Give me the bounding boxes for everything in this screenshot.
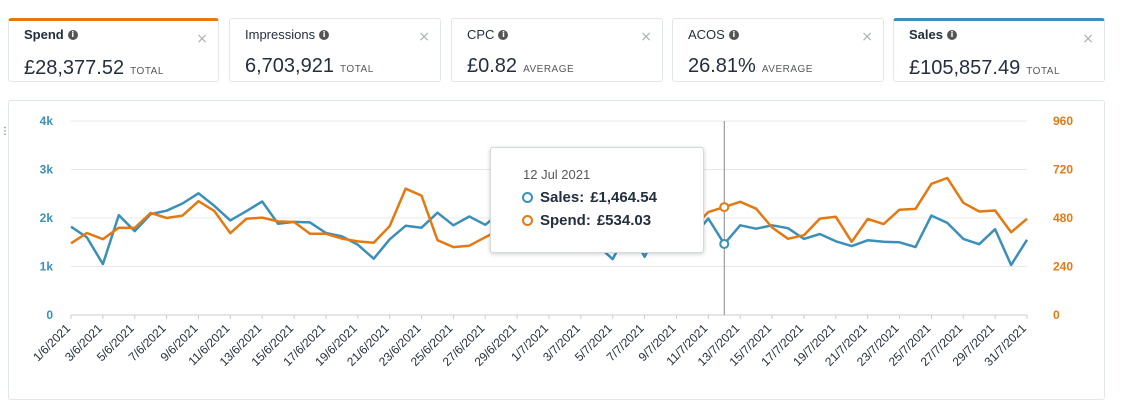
metric-card-label-row: ACOS i — [688, 27, 739, 42]
metric-label: ACOS — [688, 27, 725, 42]
highlight-point-sales — [719, 238, 730, 249]
chart-tooltip: 12 Jul 2021 Sales: £1,464.54 Spend: £534… — [490, 147, 704, 253]
close-icon[interactable]: × — [861, 29, 873, 45]
sales-marker-icon — [522, 192, 533, 203]
metric-card-label-row: Spend i — [24, 27, 78, 42]
tooltip-value: £1,464.54 — [590, 189, 657, 206]
highlight-point-spend — [719, 202, 730, 213]
metric-value-row: £105,857.49 TOTAL — [909, 57, 1060, 80]
tooltip-label: Spend: — [540, 212, 591, 229]
metric-suffix: TOTAL — [130, 66, 164, 77]
metric-value-row: 6,703,921 TOTAL — [245, 55, 374, 78]
y-left-tick-label: 1k — [40, 260, 54, 274]
metric-card-label-row: Impressions i — [245, 27, 330, 42]
metric-label: Impressions — [245, 27, 316, 42]
info-icon[interactable]: i — [946, 29, 957, 40]
close-icon[interactable]: × — [196, 31, 208, 47]
tooltip-value: £534.03 — [596, 212, 652, 229]
panel-edge-handle: ⋮ — [0, 126, 10, 137]
metric-card-sales[interactable]: Sales i × £105,857.49 TOTAL — [893, 18, 1105, 82]
metric-value: 6,703,921 — [245, 55, 334, 77]
metric-label: Sales — [909, 27, 943, 42]
metric-card-spend[interactable]: Spend i × £28,377.52 TOTAL — [8, 18, 219, 82]
y-left-tick-label: 2k — [40, 211, 54, 225]
close-icon[interactable]: × — [418, 29, 430, 45]
close-icon[interactable]: × — [640, 29, 652, 45]
metric-suffix: TOTAL — [1026, 66, 1061, 77]
y-right-tick-label: 720 — [1053, 163, 1073, 177]
metric-suffix: AVERAGE — [523, 64, 575, 75]
y-left-tick-label: 4k — [40, 114, 54, 128]
info-icon[interactable]: i — [498, 29, 509, 40]
info-icon[interactable]: i — [67, 29, 78, 40]
y-right-tick-label: 0 — [1053, 308, 1060, 322]
metric-value: £0.82 — [467, 55, 518, 77]
spend-marker-icon — [522, 215, 533, 226]
metric-card-acos[interactable]: ACOS i × 26.81% AVERAGE — [672, 18, 884, 82]
metric-value-row: £28,377.52 TOTAL — [24, 57, 164, 80]
metric-value-row: £0.82 AVERAGE — [467, 55, 574, 78]
metric-card-label-row: Sales i — [909, 27, 957, 42]
metric-value: £105,857.49 — [909, 57, 1021, 79]
y-left-tick-label: 0 — [46, 308, 53, 322]
metric-suffix: AVERAGE — [761, 64, 813, 75]
metric-card-impressions[interactable]: Impressions i × 6,703,921 TOTAL — [229, 18, 441, 82]
y-right-tick-label: 240 — [1053, 260, 1073, 274]
metric-label: Spend — [24, 27, 64, 42]
info-icon[interactable]: i — [319, 29, 330, 40]
tooltip-label: Sales: — [540, 189, 585, 206]
metric-suffix: TOTAL — [339, 64, 374, 75]
y-right-tick-label: 960 — [1053, 114, 1073, 128]
metric-card-cpc[interactable]: CPC i × £0.82 AVERAGE — [451, 18, 663, 82]
metric-value: 26.81% — [688, 55, 756, 77]
metric-label: CPC — [467, 27, 495, 42]
close-icon[interactable]: × — [1082, 31, 1094, 47]
y-right-tick-label: 480 — [1053, 211, 1073, 225]
info-icon[interactable]: i — [728, 29, 739, 40]
tooltip-date: 12 Jul 2021 — [523, 167, 591, 182]
tooltip-row-sales: Sales: £1,464.54 — [522, 189, 657, 206]
metric-value-row: 26.81% AVERAGE — [688, 55, 813, 78]
metric-value: £28,377.52 — [24, 57, 125, 79]
y-left-tick-label: 3k — [40, 163, 54, 177]
metric-card-label-row: CPC i — [467, 27, 509, 42]
tooltip-row-spend: Spend: £534.03 — [522, 212, 652, 229]
